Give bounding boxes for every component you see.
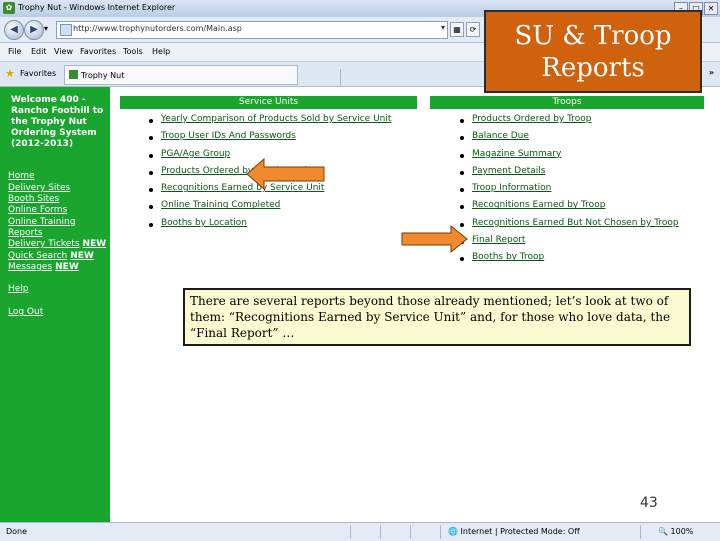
report-link[interactable]: Payment Details: [472, 166, 545, 176]
sidebar: Welcome 400 - Rancho Foothill to the Tro…: [0, 87, 110, 522]
sidebar-item-label[interactable]: Reports: [8, 228, 43, 238]
sidebar-item-online-training[interactable]: Online Training: [8, 217, 75, 227]
refresh-icon[interactable]: ⟳: [466, 22, 480, 37]
service-units-header: Service Units: [120, 96, 417, 109]
slide-number: 43: [640, 495, 658, 511]
menu-favorites[interactable]: Favorites: [80, 47, 116, 56]
report-link[interactable]: Products Ordered by Troop: [472, 114, 592, 124]
sidebar-item-label[interactable]: Delivery Sites: [8, 183, 70, 193]
status-text: Done: [6, 527, 28, 536]
page-icon: [60, 24, 72, 36]
favorites-label[interactable]: Favorites: [20, 69, 56, 78]
app-icon: ✿: [3, 2, 15, 14]
new-tab-button[interactable]: [340, 69, 361, 87]
report-link[interactable]: PGA/Age Group: [161, 149, 230, 159]
report-link[interactable]: Magazine Summary: [472, 149, 561, 159]
status-bar: Done 🌐 Internet | Protected Mode: Off 🔍 …: [0, 522, 720, 541]
compatibility-icon[interactable]: ▦: [450, 22, 464, 37]
new-badge: NEW: [70, 251, 94, 261]
sidebar-item-delivery-sites[interactable]: Delivery Sites: [8, 183, 70, 193]
annotation-note: There are several reports beyond those a…: [183, 288, 691, 346]
report-link[interactable]: Balance Due: [472, 131, 529, 141]
new-badge: NEW: [55, 262, 79, 272]
callout-line-1: SU & Troop: [514, 21, 672, 51]
report-link[interactable]: Online Training Completed: [161, 200, 280, 210]
sidebar-item-booth-sites[interactable]: Booth Sites: [8, 194, 59, 204]
sidebar-item-label[interactable]: Online Training: [8, 217, 75, 227]
address-field[interactable]: http://www.trophynutorders.com/Main.asp …: [56, 21, 448, 39]
forward-button[interactable]: ▶: [24, 20, 44, 40]
tab-title: Trophy Nut: [81, 71, 125, 80]
new-badge: NEW: [82, 239, 107, 249]
tab-icon: [69, 70, 78, 79]
globe-icon: 🌐: [448, 527, 461, 536]
slide-title-callout: SU & Troop Reports: [484, 10, 702, 93]
zoom-control[interactable]: 🔍 100%: [658, 527, 693, 536]
sidebar-item-quick-search[interactable]: Quick Search NEW: [8, 251, 94, 261]
menu-help[interactable]: Help: [152, 47, 170, 56]
address-text: http://www.trophynutorders.com/Main.asp: [73, 24, 242, 33]
callout-line-2: Reports: [541, 53, 645, 83]
address-dropdown-icon[interactable]: ▾: [441, 23, 445, 32]
sidebar-item-label[interactable]: Messages: [8, 262, 52, 272]
report-link[interactable]: Recognitions Earned by Troop: [472, 200, 605, 210]
sidebar-item-messages[interactable]: Messages NEW: [8, 262, 79, 272]
zone-text: Internet | Protected Mode: Off: [460, 527, 580, 536]
report-link[interactable]: Booths by Location: [161, 218, 247, 228]
menu-view[interactable]: View: [54, 47, 73, 56]
sidebar-item-online-forms[interactable]: Online Forms: [8, 205, 67, 215]
menu-edit[interactable]: Edit: [31, 47, 47, 56]
history-dropdown-icon[interactable]: ▾: [44, 24, 48, 33]
sidebar-item-label[interactable]: Delivery Tickets: [8, 239, 80, 249]
back-button[interactable]: ◀: [4, 20, 24, 40]
sidebar-item-label[interactable]: Booth Sites: [8, 194, 59, 204]
report-link[interactable]: Recognitions Earned But Not Chosen by Tr…: [472, 218, 679, 228]
sidebar-item-logout[interactable]: Log Out: [8, 307, 43, 317]
favorites-star-icon[interactable]: ★: [5, 67, 15, 80]
sidebar-item-label[interactable]: Online Forms: [8, 205, 67, 215]
report-link[interactable]: Troop User IDs And Passwords: [161, 131, 296, 141]
sidebar-item-home[interactable]: Home: [8, 171, 35, 181]
menu-file[interactable]: File: [8, 47, 21, 56]
arrow-left-icon: [246, 157, 325, 191]
sidebar-item-help[interactable]: Help: [8, 284, 29, 294]
zoom-value: 100%: [670, 527, 694, 536]
report-link[interactable]: Final Report: [472, 235, 525, 245]
report-link[interactable]: Troop Information: [472, 183, 551, 193]
troops-header: Troops: [430, 96, 704, 109]
sidebar-item-reports[interactable]: Reports: [8, 228, 43, 238]
window-title: Trophy Nut - Windows Internet Explorer: [18, 3, 176, 12]
welcome-text: Welcome 400 - Rancho Foothill to the Tro…: [11, 95, 104, 149]
sidebar-item-label[interactable]: Home: [8, 171, 35, 181]
report-link[interactable]: Yearly Comparison of Products Sold by Se…: [161, 114, 391, 124]
close-icon[interactable]: ✕: [704, 2, 718, 15]
report-link[interactable]: Booths by Troop: [472, 252, 544, 262]
security-zone: 🌐 Internet | Protected Mode: Off: [448, 527, 580, 536]
arrow-right-icon: [401, 224, 468, 254]
chevron-right-icon[interactable]: »: [709, 68, 714, 77]
browser-tab[interactable]: Trophy Nut: [64, 65, 341, 87]
sidebar-item-delivery-tickets[interactable]: Delivery Tickets NEW: [8, 239, 106, 249]
zoom-icon: 🔍: [658, 527, 671, 536]
sidebar-item-label[interactable]: Quick Search: [8, 251, 67, 261]
menu-tools[interactable]: Tools: [123, 47, 143, 56]
